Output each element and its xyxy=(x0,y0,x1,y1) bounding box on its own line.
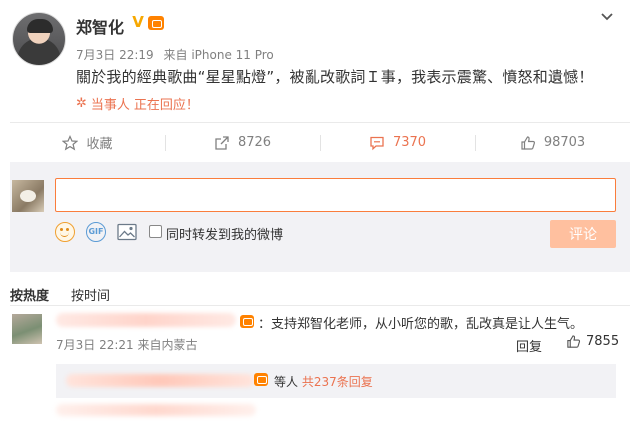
comment-composer: GIF 同时转发到我的微博 评论 xyxy=(10,162,630,272)
favorite-button[interactable]: 收藏 xyxy=(10,123,165,162)
author-avatar[interactable] xyxy=(12,12,66,66)
like-count: 98703 xyxy=(543,135,586,150)
reply-button[interactable]: 回复 xyxy=(516,336,542,355)
reply-count-link[interactable]: 共237条回复 xyxy=(302,375,373,389)
comment-count: 7370 xyxy=(392,135,427,150)
post-meta: 7月3日 22:19 来自 iPhone 11 Pro xyxy=(76,46,280,63)
repost-count: 8726 xyxy=(237,135,272,150)
post-time[interactable]: 7月3日 22:19 xyxy=(76,48,154,62)
favorite-label: 收藏 xyxy=(86,137,113,152)
comment-meta: 7月3日 22:21 来自内蒙古 xyxy=(56,336,198,353)
author-name[interactable]: 郑智化 xyxy=(76,14,124,38)
tab-sort-hot[interactable]: 按热度 xyxy=(10,285,49,304)
thumbs-up-icon xyxy=(521,135,535,150)
sun-icon: ✲ xyxy=(76,96,87,111)
comment-time: 7月3日 22:21 xyxy=(56,338,134,352)
fan-badge-icon xyxy=(254,373,268,386)
share-icon xyxy=(215,135,229,150)
post-text: 關於我的經典歌曲“星星點燈”，被亂改歌詞Ｉ事，我表示震驚、憤怒和遺憾！ xyxy=(76,68,594,86)
comment-input[interactable] xyxy=(55,178,616,212)
image-icon[interactable] xyxy=(117,223,137,241)
reply-prefix: 等人 xyxy=(274,375,299,389)
replies-summary[interactable]: 等人 共237条回复 xyxy=(56,364,616,398)
comment-sort-tabs: 按热度 按时间 xyxy=(10,285,110,304)
commenter-avatar[interactable] xyxy=(12,314,42,344)
post-action-bar: 收藏 8726 7370 98703 xyxy=(10,122,630,162)
verified-v-icon: V xyxy=(132,13,144,31)
forward-label[interactable]: 同时转发到我的微博 xyxy=(166,224,283,243)
comment-button[interactable]: 7370 xyxy=(320,123,475,162)
comment-icon xyxy=(370,136,384,150)
comment-text: ：支持郑智化老师，从小听您的歌，乱改真是让人生气。 xyxy=(258,317,584,332)
party-status-text: 正在回应！ xyxy=(133,98,199,113)
next-comment-redacted xyxy=(56,404,256,416)
forward-checkbox[interactable] xyxy=(149,225,162,238)
star-icon xyxy=(62,134,79,150)
repost-button[interactable]: 8726 xyxy=(165,123,320,162)
comment-source: 来自内蒙古 xyxy=(137,338,198,352)
reply-summary-text: 等人 共237条回复 xyxy=(274,373,373,390)
post-source: 来自 iPhone 11 Pro xyxy=(163,48,274,62)
reply-users-redacted xyxy=(66,374,254,387)
thumbs-up-icon xyxy=(567,335,581,348)
fan-badge-icon[interactable] xyxy=(240,315,254,328)
chevron-down-icon[interactable] xyxy=(600,10,614,24)
tab-sort-time[interactable]: 按时间 xyxy=(71,285,110,304)
submit-comment-button[interactable]: 评论 xyxy=(550,220,616,248)
current-user-avatar[interactable] xyxy=(12,180,44,212)
member-badge-icon[interactable] xyxy=(148,16,164,30)
party-status[interactable]: ✲ 当事人 正在回应！ xyxy=(76,94,199,113)
like-button[interactable]: 98703 xyxy=(475,123,630,162)
comment-like-count: 7855 xyxy=(586,334,620,349)
emoji-icon[interactable] xyxy=(55,222,75,242)
comment-like-button[interactable]: 7855 xyxy=(566,334,619,349)
gif-icon[interactable]: GIF xyxy=(86,222,106,242)
divider xyxy=(10,305,630,306)
commenter-name-redacted[interactable] xyxy=(56,313,236,327)
party-label: 当事人 xyxy=(90,98,130,113)
